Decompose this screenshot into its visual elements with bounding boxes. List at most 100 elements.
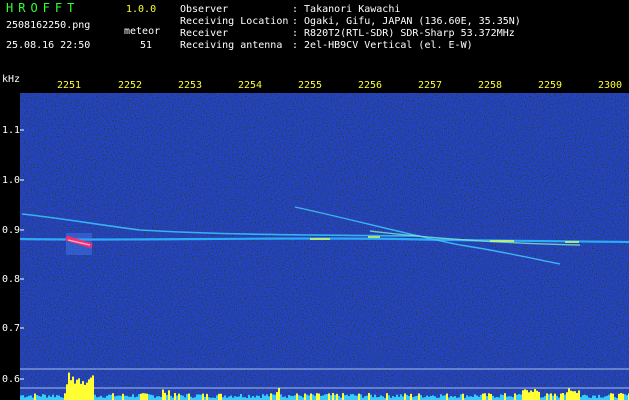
file-name: 2508162250.png — [6, 20, 91, 31]
activity-bar — [360, 394, 362, 400]
activity-bar — [68, 372, 70, 400]
activity-bar — [468, 396, 470, 400]
activity-bar — [234, 396, 236, 400]
activity-bar — [562, 393, 564, 400]
activity-bar — [162, 389, 164, 400]
activity-bar — [610, 393, 612, 400]
activity-bar — [624, 394, 626, 400]
activity-bar — [82, 381, 84, 400]
activity-bar — [186, 394, 188, 400]
activity-bar — [500, 394, 502, 400]
y-axis-unit: kHz — [2, 74, 21, 85]
activity-bar — [522, 390, 524, 400]
activity-bar — [466, 395, 468, 400]
activity-bar — [354, 395, 356, 400]
activity-bar — [38, 395, 40, 400]
activity-bar — [410, 393, 412, 400]
activity-bar — [518, 394, 520, 400]
x-tick-label: 2300 — [598, 80, 623, 91]
activity-bar — [30, 395, 32, 400]
activity-bar — [594, 395, 596, 400]
activity-bar — [66, 384, 68, 400]
activity-bar — [56, 395, 58, 400]
activity-bar — [308, 395, 310, 400]
activity-bar — [404, 393, 406, 400]
activity-bar — [622, 393, 624, 400]
activity-bar — [100, 395, 102, 400]
activity-bar — [76, 379, 78, 400]
activity-bar — [332, 393, 334, 400]
activity-bar — [36, 395, 38, 400]
activity-bar — [146, 393, 148, 400]
activity-bar — [352, 394, 354, 400]
activity-bar — [514, 393, 516, 400]
activity-bar — [572, 391, 574, 400]
activity-bar — [314, 395, 316, 400]
activity-bar — [188, 393, 190, 400]
activity-bar — [142, 393, 144, 400]
activity-bar — [520, 394, 522, 400]
activity-bar — [276, 392, 278, 400]
activity-bar — [460, 394, 462, 400]
activity-bar — [530, 390, 532, 400]
info-label: Receiving Location — [180, 16, 289, 27]
x-tick-label: 2256 — [358, 80, 383, 91]
x-tick-label: 2251 — [57, 80, 82, 91]
activity-bar — [278, 387, 280, 400]
activity-bar — [270, 393, 272, 400]
activity-bar — [64, 393, 66, 400]
activity-bar — [136, 396, 138, 400]
hrofft-window: HROFFT 1.0.0 2508162250.png meteor 25.08… — [0, 0, 629, 400]
y-tick-label: 0.7 — [2, 323, 21, 334]
activity-bar — [382, 396, 384, 400]
activity-bar — [228, 396, 230, 400]
activity-bar — [272, 394, 274, 400]
activity-bar — [324, 394, 326, 400]
activity-bar — [322, 395, 324, 400]
activity-bar — [312, 394, 314, 400]
activity-bar — [338, 395, 340, 400]
station-info: Observer : Takanori Kawachi Receiving Lo… — [180, 4, 521, 52]
activity-bar — [180, 395, 182, 400]
observation-type: meteor — [124, 26, 161, 37]
activity-bar — [366, 395, 368, 400]
activity-bar — [70, 380, 72, 400]
activity-bar — [298, 395, 300, 400]
activity-bar — [116, 395, 118, 400]
activity-bar — [174, 393, 176, 400]
x-tick-label: 2253 — [178, 80, 203, 91]
x-tick-label: 2259 — [538, 80, 563, 91]
x-tick-label: 2255 — [298, 80, 323, 91]
activity-bar — [576, 393, 578, 400]
activity-bar — [370, 394, 372, 400]
activity-bar — [164, 392, 166, 400]
activity-bar — [482, 393, 484, 400]
activity-bar — [108, 394, 110, 400]
activity-bar — [618, 393, 620, 400]
activity-bar — [274, 394, 276, 400]
activity-bar — [200, 394, 202, 400]
activity-bar — [584, 394, 586, 400]
activity-bar — [112, 393, 114, 400]
activity-bar — [224, 395, 226, 400]
activity-bar — [248, 394, 250, 400]
y-tick-label: 0.6 — [2, 374, 21, 385]
activity-bar — [592, 395, 594, 400]
activity-bar — [532, 391, 534, 400]
activity-bar — [266, 394, 268, 400]
info-row-antenna: Receiving antenna : 2el-HB9CV Vertical (… — [180, 40, 521, 52]
x-tick-label: 2257 — [418, 80, 443, 91]
activity-bar — [166, 394, 168, 400]
noise-texture — [20, 93, 629, 400]
activity-bar — [598, 394, 600, 400]
activity-bar — [296, 393, 298, 400]
info-value: : 2el-HB9CV Vertical (el. E-W) — [292, 40, 473, 51]
activity-bar — [442, 395, 444, 400]
activity-bar — [356, 395, 358, 400]
activity-bar — [526, 390, 528, 400]
activity-bar — [374, 394, 376, 400]
activity-bar — [566, 392, 568, 400]
activity-bar — [238, 396, 240, 400]
activity-bar — [462, 393, 464, 400]
activity-bar — [78, 378, 80, 400]
